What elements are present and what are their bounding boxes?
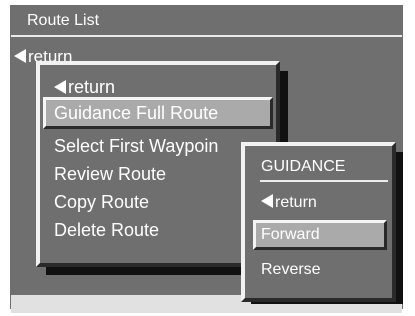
guidance-menu: GUIDANCE return Forward Reverse (241, 142, 396, 302)
triangle-left-icon (54, 80, 66, 94)
menu-item-review-route[interactable]: Review Route (54, 162, 166, 186)
guidance-menu-title: GUIDANCE (261, 158, 346, 175)
guidance-item-reverse[interactable]: Reverse (261, 259, 321, 281)
guidance-item-forward[interactable]: Forward (261, 224, 320, 246)
menu-item-select-first-waypoint[interactable]: Select First Waypoin (54, 134, 218, 158)
menu-item-guidance-full-route[interactable]: Guidance Full Route (54, 101, 218, 125)
menu-item-copy-route[interactable]: Copy Route (54, 190, 149, 214)
guidance-title-separator (260, 180, 388, 182)
window-title: Route List (11, 6, 402, 35)
route-menu-return[interactable]: return (54, 75, 115, 99)
menu-item-delete-route[interactable]: Delete Route (54, 218, 159, 242)
guidance-return-label: return (275, 194, 317, 211)
submenu-shadow-right (396, 152, 403, 302)
triangle-left-icon (14, 49, 26, 63)
route-menu-return-label: return (68, 77, 116, 97)
triangle-left-icon (261, 194, 273, 208)
guidance-return[interactable]: return (261, 192, 317, 214)
